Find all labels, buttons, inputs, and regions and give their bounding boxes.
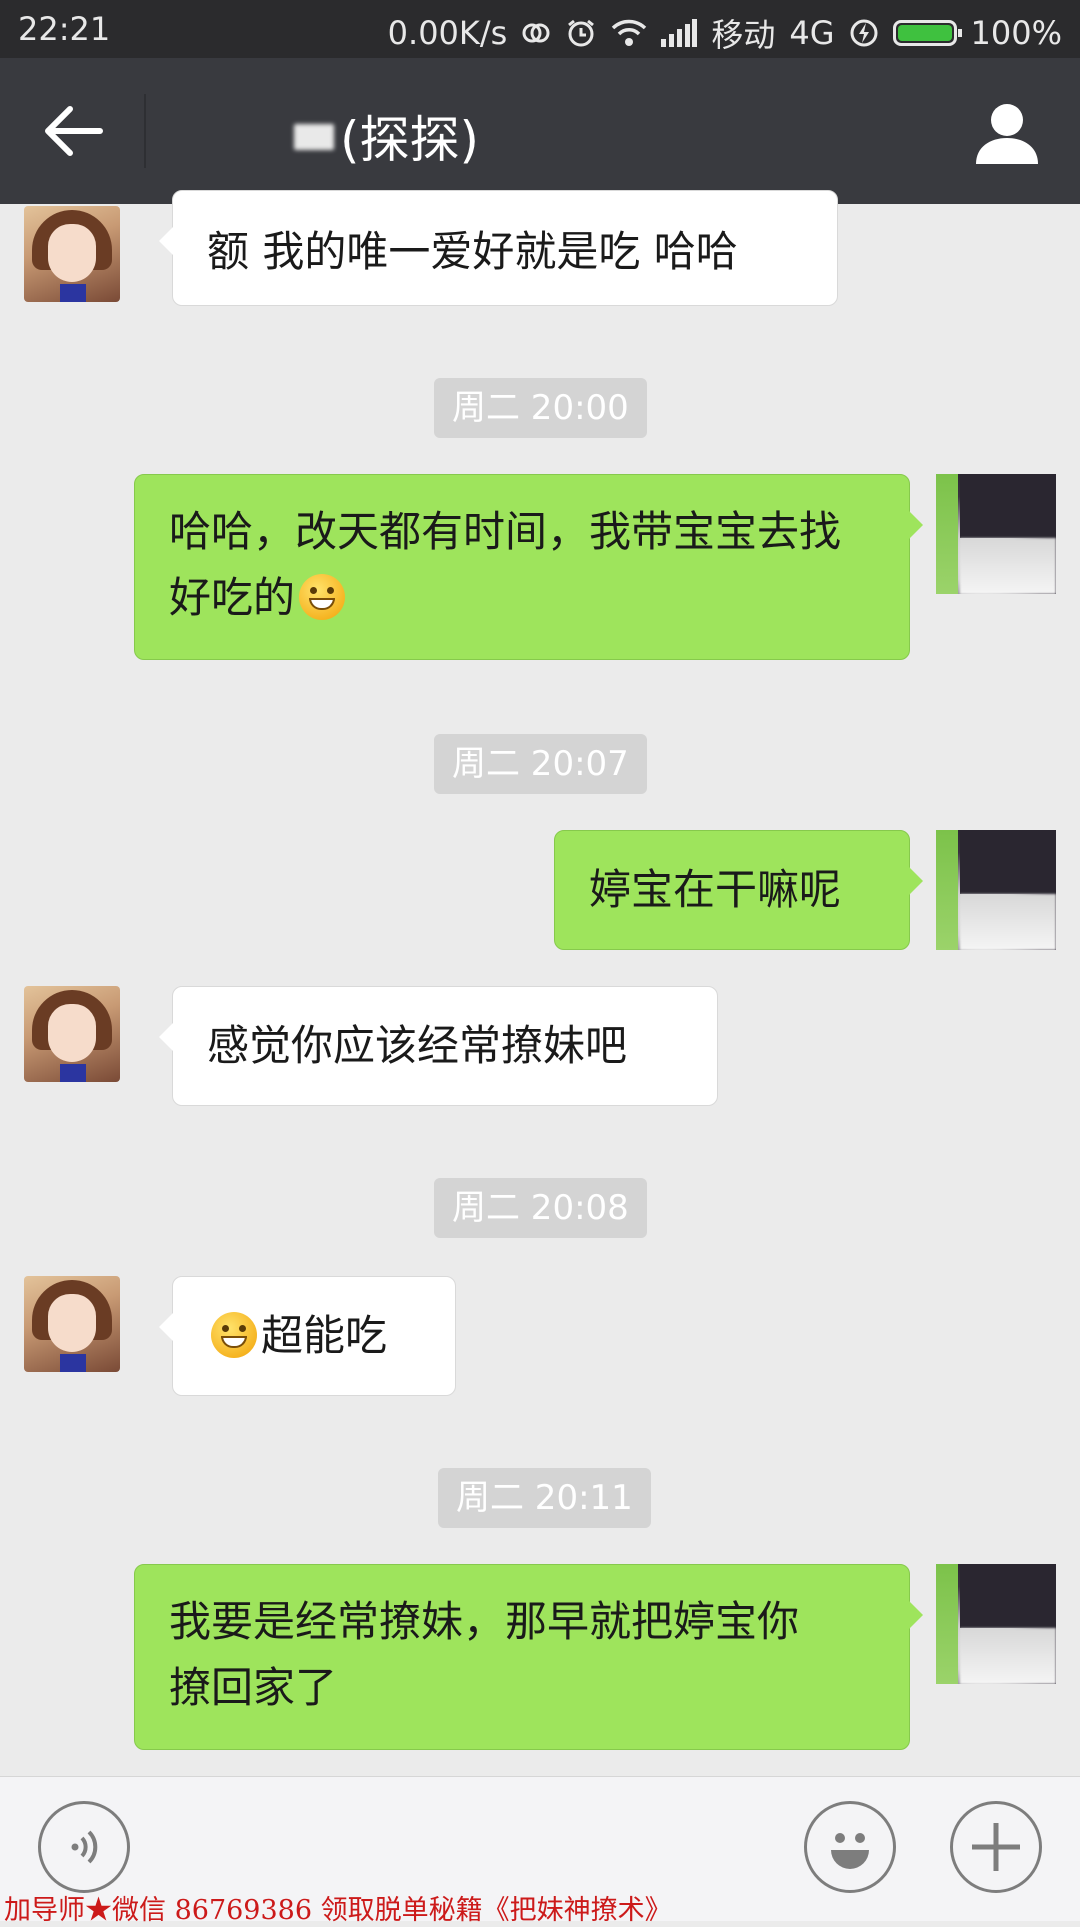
sent-message[interactable]: 哈哈，改天都有时间，我带宝宝去找 好吃的: [134, 474, 923, 660]
message-text: 额 我的唯一爱好就是吃 哈哈: [207, 227, 738, 276]
message-text-line: 撩回家了: [169, 1663, 338, 1712]
charging-icon: [849, 18, 879, 48]
sent-message[interactable]: 婷宝在干嘛呢: [554, 830, 923, 950]
message-timestamp: 周二 20:11: [438, 1468, 651, 1528]
watermark-text: 加导师★微信 86769386 领取脱单秘籍《把妹神撩术》: [4, 1895, 672, 1926]
received-message[interactable]: 感觉你应该经常撩妹吧: [159, 986, 718, 1106]
received-message[interactable]: 额 我的唯一爱好就是吃 哈哈: [159, 190, 838, 306]
contact-avatar[interactable]: [24, 206, 120, 302]
received-message[interactable]: 超能吃: [159, 1276, 456, 1396]
grin-emoji-icon: [299, 574, 346, 620]
sent-message[interactable]: 我要是经常撩妹，那早就把婷宝你 撩回家了: [134, 1564, 923, 1750]
network-speed: 0.00K/s: [387, 14, 508, 52]
header-divider: [144, 94, 146, 168]
message-timestamp: 周二 20:08: [434, 1178, 647, 1238]
my-avatar[interactable]: [936, 830, 1056, 950]
status-indicators: 0.00K/s 移动 4G 100%: [388, 10, 1062, 56]
status-bar: 22:21 0.00K/s 移动 4G 100%: [0, 0, 1080, 58]
message-text-line: 我要是经常撩妹，那早就把婷宝你: [169, 1597, 800, 1646]
network-type: 4G: [789, 14, 835, 52]
message-text: 婷宝在干嘛呢: [589, 865, 842, 914]
contact-avatar[interactable]: [24, 986, 120, 1082]
signal-icon: [661, 19, 698, 47]
redacted-name: [170, 124, 340, 164]
my-avatar[interactable]: [936, 474, 1056, 594]
voice-icon[interactable]: [38, 1801, 130, 1893]
battery-icon: [892, 20, 962, 46]
chat-title: (探探): [170, 100, 479, 172]
person-icon[interactable]: [972, 98, 1042, 168]
battery-percent: 100%: [970, 14, 1062, 52]
message-timestamp: 周二 20:07: [434, 734, 647, 794]
message-text-line: 哈哈，改天都有时间，我带宝宝去找: [169, 507, 842, 556]
message-timestamp: 周二 20:00: [434, 378, 647, 438]
message-text: 超能吃: [261, 1311, 388, 1360]
chat-header: (探探): [0, 58, 1080, 204]
my-avatar[interactable]: [936, 1564, 1056, 1684]
carrier-label: 移动: [711, 16, 776, 54]
plus-icon[interactable]: [950, 1801, 1042, 1893]
message-text: 好吃的: [169, 573, 296, 622]
chat-title-suffix: (探探): [340, 111, 480, 169]
sync-icon: [521, 18, 551, 48]
grin-emoji-icon: [211, 1312, 257, 1358]
contact-avatar[interactable]: [24, 1276, 120, 1372]
status-time: 22:21: [18, 10, 111, 48]
message-text: 感觉你应该经常撩妹吧: [207, 1021, 628, 1070]
arrow-left-icon[interactable]: [40, 98, 110, 164]
message-text-line: 好吃的: [169, 565, 875, 631]
alarm-icon: [565, 17, 597, 49]
smiley-icon[interactable]: [804, 1801, 896, 1893]
wifi-icon: [611, 18, 647, 48]
